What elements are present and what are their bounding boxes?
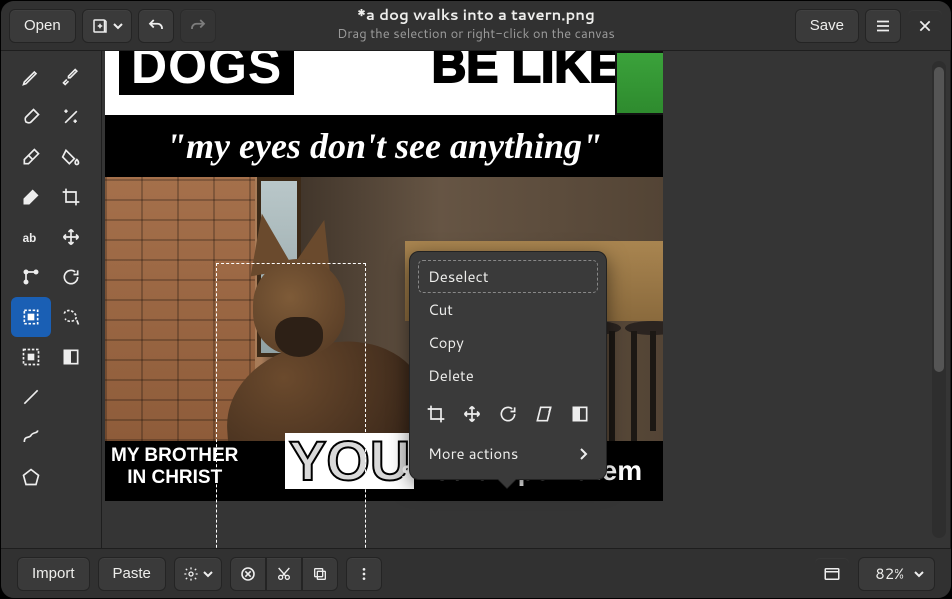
pencil-tool[interactable] — [11, 57, 51, 97]
chevron-down-icon — [914, 569, 924, 579]
new-image-button[interactable] — [82, 9, 132, 43]
shape-tool[interactable] — [11, 457, 51, 497]
headerbar: Open *a dog walks into a tavern.png Drag… — [1, 1, 951, 51]
move-tool[interactable] — [51, 217, 91, 257]
import-button[interactable]: Import — [17, 557, 90, 591]
zoom-value: 82% — [875, 563, 904, 584]
marker-tool[interactable] — [11, 177, 51, 217]
meme-text-you: YOU — [285, 433, 414, 489]
free-select-tool[interactable] — [51, 297, 91, 337]
eyedropper-tool[interactable] — [51, 57, 91, 97]
context-menu: Deselect Cut Copy Delete More actions — [409, 251, 607, 480]
text-tool[interactable]: ab — [11, 217, 51, 257]
close-window-button[interactable] — [907, 9, 943, 43]
context-delete[interactable]: Delete — [418, 359, 598, 392]
crop-sel-tool[interactable] — [11, 337, 51, 377]
rect-select-tool[interactable] — [11, 297, 51, 337]
ctx-filter-icon[interactable] — [564, 398, 596, 430]
cut-button[interactable] — [266, 557, 302, 591]
crop-tool[interactable] — [51, 177, 91, 217]
context-more-actions[interactable]: More actions — [418, 436, 598, 471]
undo-button[interactable] — [138, 9, 174, 43]
context-deselect[interactable]: Deselect — [418, 260, 598, 293]
meme-text-dogs: DOGS — [119, 51, 294, 95]
settings-menu-button[interactable] — [174, 557, 222, 591]
app-window: Open *a dog walks into a tavern.png Drag… — [0, 0, 952, 599]
brush-tool[interactable] — [11, 97, 51, 137]
meme-text-brother: MY BROTHERIN CHRIST — [111, 445, 238, 489]
open-button[interactable]: Open — [9, 9, 76, 43]
vertical-scrollbar[interactable] — [932, 61, 946, 538]
hamburger-menu-button[interactable] — [865, 9, 901, 43]
chevron-right-icon — [578, 448, 588, 460]
scrollbar-thumb[interactable] — [934, 67, 944, 372]
svg-text:ab: ab — [23, 232, 37, 245]
copy-button[interactable] — [302, 557, 338, 591]
ctx-crop-icon[interactable] — [420, 398, 452, 430]
line-tool[interactable] — [11, 377, 51, 417]
ctx-scale-icon[interactable] — [456, 398, 488, 430]
curve-tool[interactable] — [11, 417, 51, 457]
context-copy[interactable]: Copy — [418, 326, 598, 359]
redo-button[interactable] — [180, 9, 216, 43]
ctx-rotate-icon[interactable] — [492, 398, 524, 430]
context-cut[interactable]: Cut — [418, 293, 598, 326]
eraser-tool[interactable] — [11, 137, 51, 177]
canvas-area[interactable]: DOGS BE LIKE "my eyes don't see anything… — [101, 51, 951, 548]
save-button[interactable]: Save — [795, 9, 859, 43]
body: ab DOGS BE LIKE "my eyes don't see anyth… — [1, 51, 951, 548]
paste-button[interactable]: Paste — [98, 557, 166, 591]
clear-selection-button[interactable] — [230, 557, 266, 591]
zoom-dropdown[interactable]: 82% — [858, 557, 935, 591]
fill-tool[interactable] — [51, 137, 91, 177]
bottombar: Import Paste 82% — [1, 548, 951, 598]
meme-text-mid: "my eyes don't see anything" — [105, 115, 663, 177]
fit-canvas-button[interactable] — [814, 557, 850, 591]
tool-panel: ab — [1, 51, 101, 548]
meme-text-belike: BE LIKE — [432, 51, 621, 94]
points-tool[interactable] — [11, 257, 51, 297]
context-icon-row — [418, 398, 598, 430]
context-more-actions-label: More actions — [428, 443, 518, 464]
color-select-tool[interactable] — [51, 337, 91, 377]
rotate-tool[interactable] — [51, 257, 91, 297]
ctx-skew-icon[interactable] — [528, 398, 560, 430]
more-button[interactable] — [346, 557, 382, 591]
magic-tool[interactable] — [51, 97, 91, 137]
